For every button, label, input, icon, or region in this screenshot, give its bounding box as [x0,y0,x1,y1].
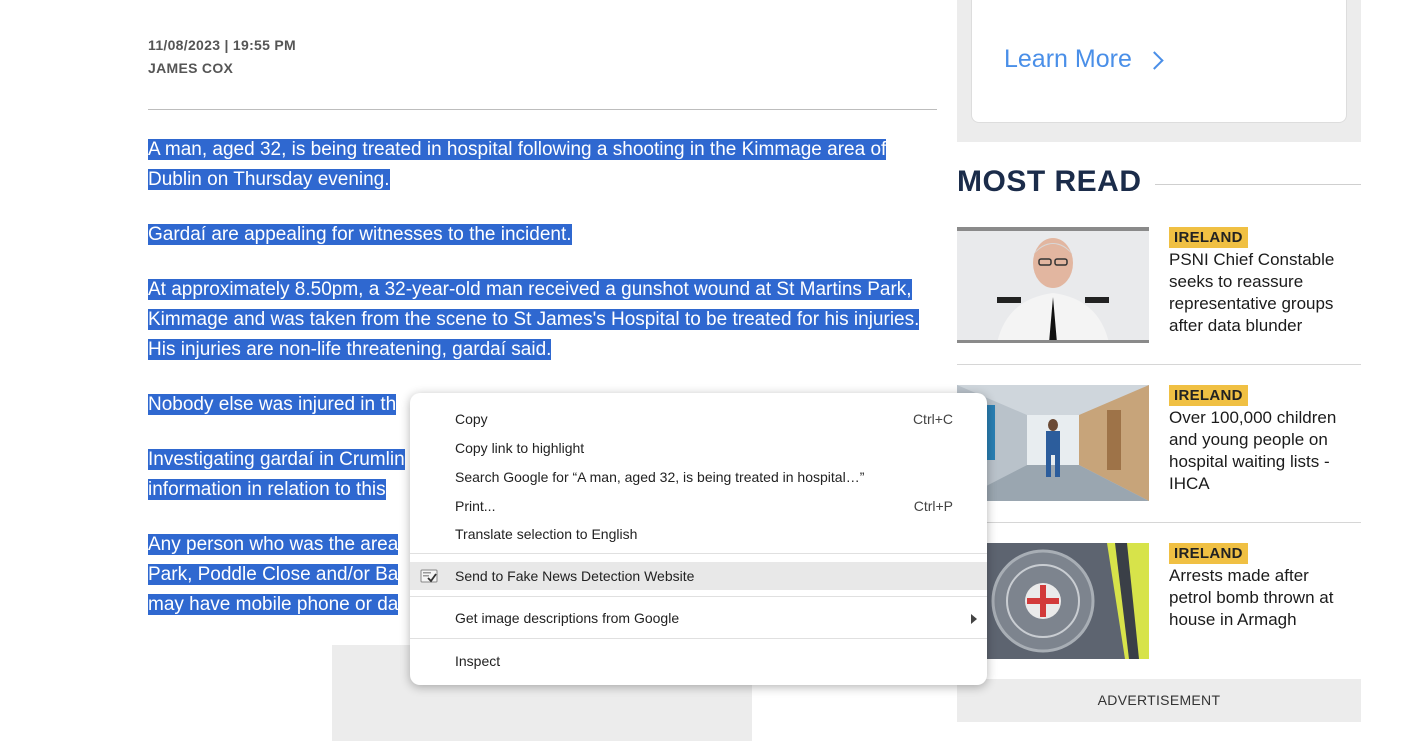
article-date: 11/08/2023 | 19:55 PM [148,37,296,53]
category-badge[interactable]: IRELAND [1169,227,1248,248]
advertisement-label: ADVERTISEMENT [957,679,1361,722]
menu-item-inspect[interactable]: Inspect [410,647,987,675]
context-menu: Copy Ctrl+C Copy link to highlight Searc… [410,393,987,685]
menu-item-label: Search Google for “A man, aged 32, is be… [455,469,865,485]
selected-text: may have mobile phone or da [148,594,399,615]
category-badge[interactable]: IRELAND [1169,385,1248,406]
menu-item-label: Inspect [455,653,501,669]
menu-separator [410,638,987,639]
menu-separator [410,553,987,554]
menu-item-send-to-fake-news-detection[interactable]: Send to Fake News Detection Website [410,562,987,590]
menu-item-label: Get image descriptions from Google [455,610,680,626]
selected-text: Any person who was the area [148,534,399,555]
selected-text: A man, aged 32, is being treated in hosp… [148,139,887,190]
article-author[interactable]: JAMES COX [148,60,233,76]
menu-item-search-google[interactable]: Search Google for “A man, aged 32, is be… [410,463,987,491]
menu-item-shortcut: Ctrl+P [913,498,953,514]
menu-item-copy[interactable]: Copy Ctrl+C [410,405,987,433]
menu-item-label: Translate selection to English [455,526,638,542]
most-read-heading: MOST READ [957,165,1142,198]
menu-item-copy-link-to-highlight[interactable]: Copy link to highlight [410,434,987,462]
story-thumbnail-police-chief[interactable] [957,227,1149,343]
chevron-right-icon [1145,51,1164,70]
menu-separator [410,596,987,597]
menu-item-label: Copy link to highlight [455,440,585,456]
article-paragraph-3: At approximately 8.50pm, a 32-year-old m… [148,275,943,365]
selected-text: information in relation to this [148,479,386,500]
story-headline[interactable]: PSNI Chief Constable seeks to reassure r… [1169,249,1354,337]
sidebar-ad: Learn More [957,0,1361,142]
most-read-item[interactable]: IRELAND PSNI Chief Constable seeks to re… [957,227,1361,347]
menu-item-translate[interactable]: Translate selection to English [410,520,987,548]
extension-icon [420,569,438,583]
menu-item-print[interactable]: Print... Ctrl+P [410,492,987,520]
heading-rule [1155,184,1361,185]
most-read-item[interactable]: IRELAND Arrests made after petrol bomb t… [957,543,1361,663]
menu-item-image-descriptions[interactable]: Get image descriptions from Google [410,604,987,632]
menu-item-label: Send to Fake News Detection Website [455,568,695,584]
selected-text: Investigating gardaí in Crumlin [148,449,405,470]
menu-item-label: Print... [455,498,496,514]
learn-more-label: Learn More [1004,45,1132,73]
selected-text: At approximately 8.50pm, a 32-year-old m… [148,279,920,360]
learn-more-link[interactable]: Learn More [1004,45,1164,74]
most-read-item[interactable]: IRELAND Over 100,000 children and young … [957,385,1361,505]
menu-item-label: Copy [455,411,488,427]
story-divider [957,364,1361,365]
story-headline[interactable]: Over 100,000 children and young people o… [1169,407,1354,495]
story-headline[interactable]: Arrests made after petrol bomb thrown at… [1169,565,1354,631]
divider [148,109,937,110]
article-paragraph-1: A man, aged 32, is being treated in hosp… [148,135,943,195]
selected-text: Park, Poddle Close and/or Ba [148,564,399,585]
category-badge[interactable]: IRELAND [1169,543,1248,564]
selected-text: Gardaí are appealing for witnesses to th… [148,224,572,245]
ad-card: Learn More [971,0,1347,123]
article-paragraph-2: Gardaí are appealing for witnesses to th… [148,220,943,250]
submenu-arrow-icon [971,614,977,624]
menu-item-shortcut: Ctrl+C [912,411,953,427]
story-divider [957,522,1361,523]
selected-text: Nobody else was injured in th [148,394,397,415]
